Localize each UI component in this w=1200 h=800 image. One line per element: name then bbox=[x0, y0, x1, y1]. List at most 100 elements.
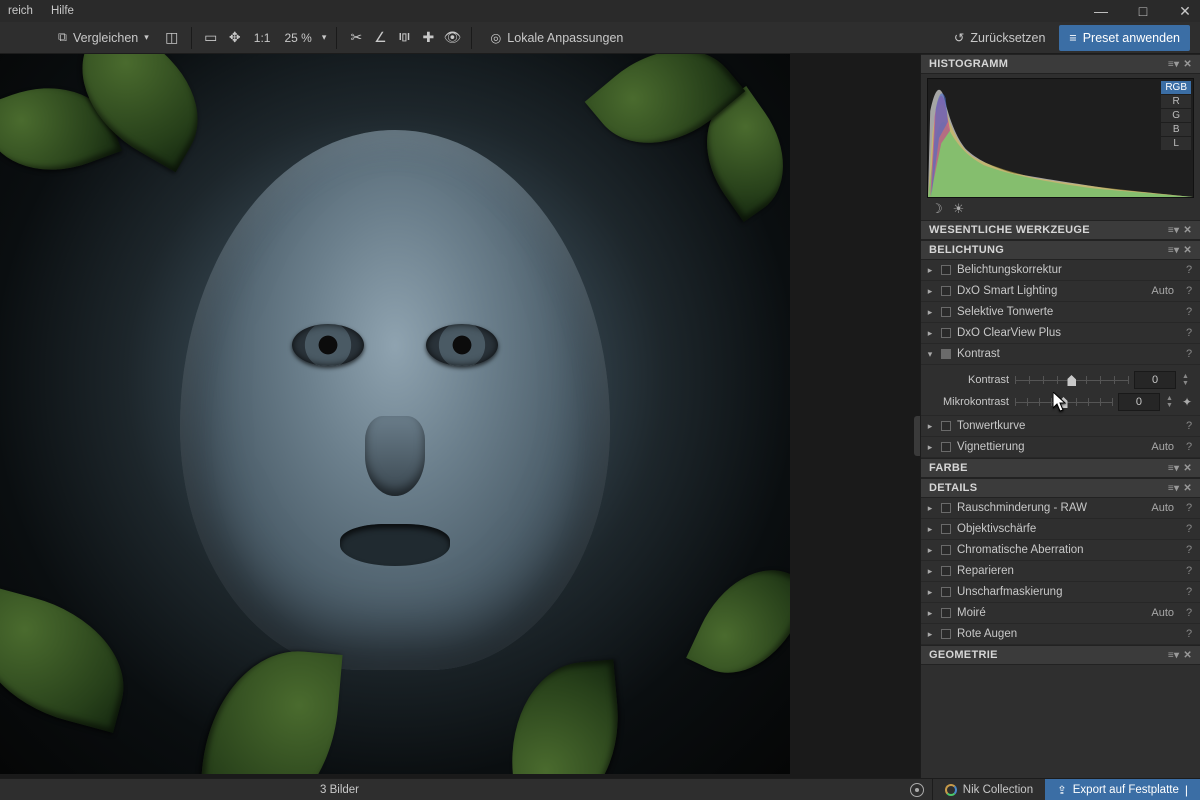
close-section-icon[interactable]: ✕ bbox=[1183, 225, 1192, 236]
channel-b[interactable]: B bbox=[1161, 123, 1191, 136]
adjustment-selektive-tonwerte[interactable]: ▸Selektive Tonwerte? bbox=[921, 302, 1200, 323]
help-icon[interactable]: ? bbox=[1184, 420, 1194, 432]
section-essential-tools[interactable]: WESENTLICHE WERKZEUGE ≡▾✕ bbox=[921, 220, 1200, 240]
toggle-checkbox[interactable] bbox=[941, 566, 951, 576]
close-section-icon[interactable]: ✕ bbox=[1183, 650, 1192, 661]
adjustment-dxo-smart-lighting[interactable]: ▸DxO Smart LightingAuto? bbox=[921, 281, 1200, 302]
local-adjustments-button[interactable]: ◎ Lokale Anpassungen bbox=[482, 26, 631, 50]
toggle-checkbox[interactable] bbox=[941, 349, 951, 359]
help-icon[interactable]: ? bbox=[1184, 628, 1194, 640]
toggle-checkbox[interactable] bbox=[941, 629, 951, 639]
section-belichtung[interactable]: BELICHTUNG ≡▾✕ bbox=[921, 240, 1200, 260]
help-icon[interactable]: ? bbox=[1184, 327, 1194, 339]
toggle-checkbox[interactable] bbox=[941, 587, 951, 597]
help-icon[interactable]: ? bbox=[1184, 565, 1194, 577]
menu-icon[interactable]: ≡▾ bbox=[1168, 59, 1179, 70]
minimize-icon[interactable]: ― bbox=[1094, 4, 1108, 18]
toggle-checkbox[interactable] bbox=[941, 608, 951, 618]
export-button[interactable]: ⇪ Export auf Festplatte | bbox=[1045, 779, 1200, 800]
fit-icon[interactable]: ▭ bbox=[202, 29, 220, 47]
adjustment-objektivschärfe[interactable]: ▸Objektivschärfe? bbox=[921, 519, 1200, 540]
section-farbe[interactable]: FARBE ≡▾✕ bbox=[921, 458, 1200, 478]
perspective-icon[interactable]: I▯I bbox=[395, 29, 413, 47]
adjustment-tonwertkurve[interactable]: ▸Tonwertkurve? bbox=[921, 416, 1200, 437]
adjustment-moiré[interactable]: ▸MoiréAuto? bbox=[921, 603, 1200, 624]
slider-value[interactable]: 0 bbox=[1118, 393, 1160, 411]
expand-icon[interactable]: ▸ bbox=[925, 265, 935, 276]
help-icon[interactable]: ? bbox=[1184, 306, 1194, 318]
adjustment-kontrast[interactable]: ▾Kontrast? bbox=[921, 344, 1200, 365]
slider-handle[interactable] bbox=[1059, 397, 1068, 408]
help-icon[interactable]: ? bbox=[1184, 264, 1194, 276]
help-icon[interactable]: ? bbox=[1184, 544, 1194, 556]
close-section-icon[interactable]: ✕ bbox=[1183, 483, 1192, 494]
close-section-icon[interactable]: ✕ bbox=[1183, 245, 1192, 256]
target-icon[interactable] bbox=[910, 783, 924, 797]
toggle-checkbox[interactable] bbox=[941, 307, 951, 317]
help-icon[interactable]: ? bbox=[1184, 607, 1194, 619]
expand-icon[interactable]: ▸ bbox=[925, 629, 935, 640]
slider-handle[interactable] bbox=[1067, 375, 1076, 386]
nik-collection-button[interactable]: Nik Collection bbox=[932, 779, 1045, 800]
chevron-down-icon[interactable]: ▾ bbox=[322, 32, 327, 43]
image-viewport[interactable] bbox=[0, 54, 920, 778]
split-view-icon[interactable]: ◫ bbox=[163, 29, 181, 47]
adjustment-rote-augen[interactable]: ▸Rote Augen? bbox=[921, 624, 1200, 645]
channel-g[interactable]: G bbox=[1161, 109, 1191, 122]
expand-icon[interactable]: ▸ bbox=[925, 608, 935, 619]
crop-icon[interactable]: ✂ bbox=[347, 29, 365, 47]
close-section-icon[interactable]: ✕ bbox=[1183, 59, 1192, 70]
zoom-1to1[interactable]: 1:1 bbox=[250, 31, 275, 45]
help-icon[interactable]: ? bbox=[1184, 502, 1194, 514]
toggle-checkbox[interactable] bbox=[941, 524, 951, 534]
section-geometrie[interactable]: GEOMETRIE ≡▾✕ bbox=[921, 645, 1200, 665]
expand-icon[interactable]: ▸ bbox=[925, 545, 935, 556]
slider-track[interactable] bbox=[1015, 395, 1112, 409]
section-histogram[interactable]: HISTOGRAMM ≡▾✕ bbox=[921, 54, 1200, 74]
help-icon[interactable]: ? bbox=[1184, 348, 1194, 360]
compare-button[interactable]: ⧉ Vergleichen ▾ bbox=[50, 26, 157, 50]
magic-wand-icon[interactable]: ✦ bbox=[1182, 395, 1192, 409]
toggle-checkbox[interactable] bbox=[941, 503, 951, 513]
toggle-checkbox[interactable] bbox=[941, 442, 951, 452]
adjustment-vignettierung[interactable]: ▸VignettierungAuto? bbox=[921, 437, 1200, 458]
channel-rgb[interactable]: RGB bbox=[1161, 81, 1191, 94]
adjustment-reparieren[interactable]: ▸Reparieren? bbox=[921, 561, 1200, 582]
toggle-checkbox[interactable] bbox=[941, 286, 951, 296]
section-details[interactable]: DETAILS ≡▾✕ bbox=[921, 478, 1200, 498]
reset-button[interactable]: ↺ Zurücksetzen bbox=[946, 26, 1054, 50]
adjustment-belichtungskorrektur[interactable]: ▸Belichtungskorrektur? bbox=[921, 260, 1200, 281]
expand-icon[interactable]: ▸ bbox=[925, 328, 935, 339]
expand-icon[interactable]: ▸ bbox=[925, 566, 935, 577]
shadow-clip-icon[interactable]: ☽ bbox=[931, 201, 943, 217]
apply-preset-button[interactable]: ≡ Preset anwenden bbox=[1059, 25, 1190, 51]
zoom-percent[interactable]: 25 % bbox=[280, 31, 315, 45]
expand-icon[interactable]: ▸ bbox=[925, 503, 935, 514]
eye-icon[interactable]: 👁 bbox=[443, 29, 461, 47]
spinner[interactable]: ▲▼ bbox=[1166, 395, 1176, 409]
expand-icon[interactable]: ▸ bbox=[925, 421, 935, 432]
channel-r[interactable]: R bbox=[1161, 95, 1191, 108]
menu-icon[interactable]: ≡▾ bbox=[1168, 225, 1179, 236]
horizon-icon[interactable]: ∠ bbox=[371, 29, 389, 47]
adjustment-rauschminderung---raw[interactable]: ▸Rauschminderung - RAWAuto? bbox=[921, 498, 1200, 519]
slider-value[interactable]: 0 bbox=[1134, 371, 1176, 389]
expand-icon[interactable]: ▾ bbox=[925, 349, 935, 360]
help-icon[interactable]: ? bbox=[1184, 586, 1194, 598]
adjustment-chromatische-aberration[interactable]: ▸Chromatische Aberration? bbox=[921, 540, 1200, 561]
toggle-checkbox[interactable] bbox=[941, 421, 951, 431]
menu-bereich[interactable]: reich bbox=[8, 5, 33, 17]
expand-icon[interactable]: ▸ bbox=[925, 286, 935, 297]
spinner[interactable]: ▲▼ bbox=[1182, 373, 1192, 387]
slider-track[interactable] bbox=[1015, 373, 1128, 387]
menu-hilfe[interactable]: Hilfe bbox=[51, 5, 74, 17]
help-icon[interactable]: ? bbox=[1184, 285, 1194, 297]
adjustment-dxo-clearview-plus[interactable]: ▸DxO ClearView Plus? bbox=[921, 323, 1200, 344]
close-section-icon[interactable]: ✕ bbox=[1183, 463, 1192, 474]
repair-icon[interactable]: ✚ bbox=[419, 29, 437, 47]
toggle-checkbox[interactable] bbox=[941, 328, 951, 338]
expand-icon[interactable]: ▸ bbox=[925, 307, 935, 318]
expand-icon[interactable]: ▸ bbox=[925, 442, 935, 453]
highlight-clip-icon[interactable]: ☀ bbox=[953, 201, 965, 217]
menu-icon[interactable]: ≡▾ bbox=[1168, 483, 1179, 494]
